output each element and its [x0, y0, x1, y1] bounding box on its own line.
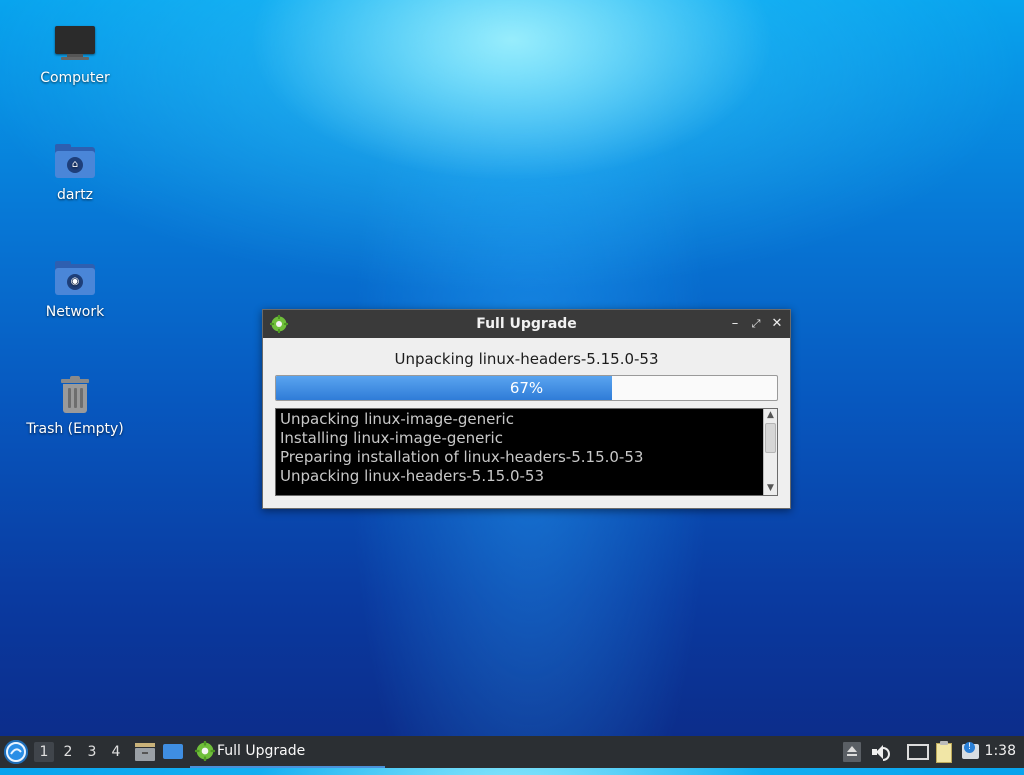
- minimize-button[interactable]: –: [726, 315, 744, 333]
- workspace-1[interactable]: 1: [34, 742, 54, 762]
- file-manager-icon[interactable]: [134, 741, 156, 763]
- desktop-icon-trash[interactable]: Trash (Empty): [20, 373, 130, 437]
- clock[interactable]: 1:38: [985, 743, 1016, 775]
- log-line: Installing linux-image-generic: [280, 429, 503, 447]
- volume-icon[interactable]: [870, 743, 890, 761]
- window-body: Unpacking linux-headers-5.15.0-53 67% Un…: [263, 339, 790, 508]
- maximize-button[interactable]: ⤢: [747, 315, 765, 333]
- network-folder-icon: ◉: [53, 256, 97, 300]
- lubuntu-start-icon: [6, 742, 26, 762]
- log-line: Unpacking linux-headers-5.15.0-53: [280, 467, 545, 485]
- log-line: Preparing installation of linux-headers-…: [280, 448, 644, 466]
- close-button[interactable]: ✕: [768, 315, 786, 333]
- network-icon[interactable]: [906, 743, 929, 761]
- scrollbar-thumb[interactable]: [765, 423, 776, 453]
- show-desktop-icon[interactable]: [162, 742, 184, 762]
- desktop-icon-label: Computer: [40, 70, 110, 86]
- log-line: Unpacking linux-image-generic: [280, 410, 514, 428]
- status-text: Unpacking linux-headers-5.15.0-53: [394, 350, 659, 368]
- clipboard-icon[interactable]: [934, 740, 954, 764]
- start-menu-button[interactable]: [4, 740, 28, 764]
- task-label: Full Upgrade: [217, 743, 306, 759]
- desktop-icon-computer[interactable]: Computer: [20, 22, 130, 86]
- computer-icon: [53, 22, 97, 66]
- full-upgrade-window: Full Upgrade – ⤢ ✕ Unpacking linux-heade…: [262, 309, 791, 509]
- desktop-icon-label: Network: [45, 304, 105, 320]
- home-folder-icon: ⌂: [53, 139, 97, 183]
- trash-icon: [53, 373, 97, 417]
- window-title: Full Upgrade: [476, 316, 577, 332]
- log-scrollbar[interactable]: ▲ ▼: [763, 409, 777, 495]
- desktop-icon-label: Trash (Empty): [26, 421, 124, 437]
- gear-icon: [195, 741, 215, 761]
- taskbar-task-full-upgrade[interactable]: Full Upgrade: [190, 736, 385, 768]
- desktop-icon-label: dartz: [56, 187, 94, 203]
- workspace-3[interactable]: 3: [82, 742, 102, 762]
- eject-icon[interactable]: [843, 742, 861, 762]
- desktop-icon-home[interactable]: ⌂ dartz: [20, 139, 130, 203]
- progress-bar: 67%: [275, 375, 778, 401]
- scroll-up-arrow-icon[interactable]: ▲: [764, 409, 777, 422]
- workspace-2[interactable]: 2: [58, 742, 78, 762]
- progress-label: 67%: [509, 379, 544, 397]
- taskbar: 1 2 3 4 Full Upgrade ! 1:38: [0, 736, 1024, 768]
- update-notifier-icon[interactable]: !: [960, 741, 982, 763]
- workspace-4[interactable]: 4: [106, 742, 126, 762]
- log-output[interactable]: Unpacking linux-image-generic Installing…: [275, 408, 778, 496]
- desktop-icon-network[interactable]: ◉ Network: [20, 256, 130, 320]
- window-titlebar[interactable]: Full Upgrade – ⤢ ✕: [263, 310, 790, 338]
- scroll-down-arrow-icon[interactable]: ▼: [764, 482, 777, 495]
